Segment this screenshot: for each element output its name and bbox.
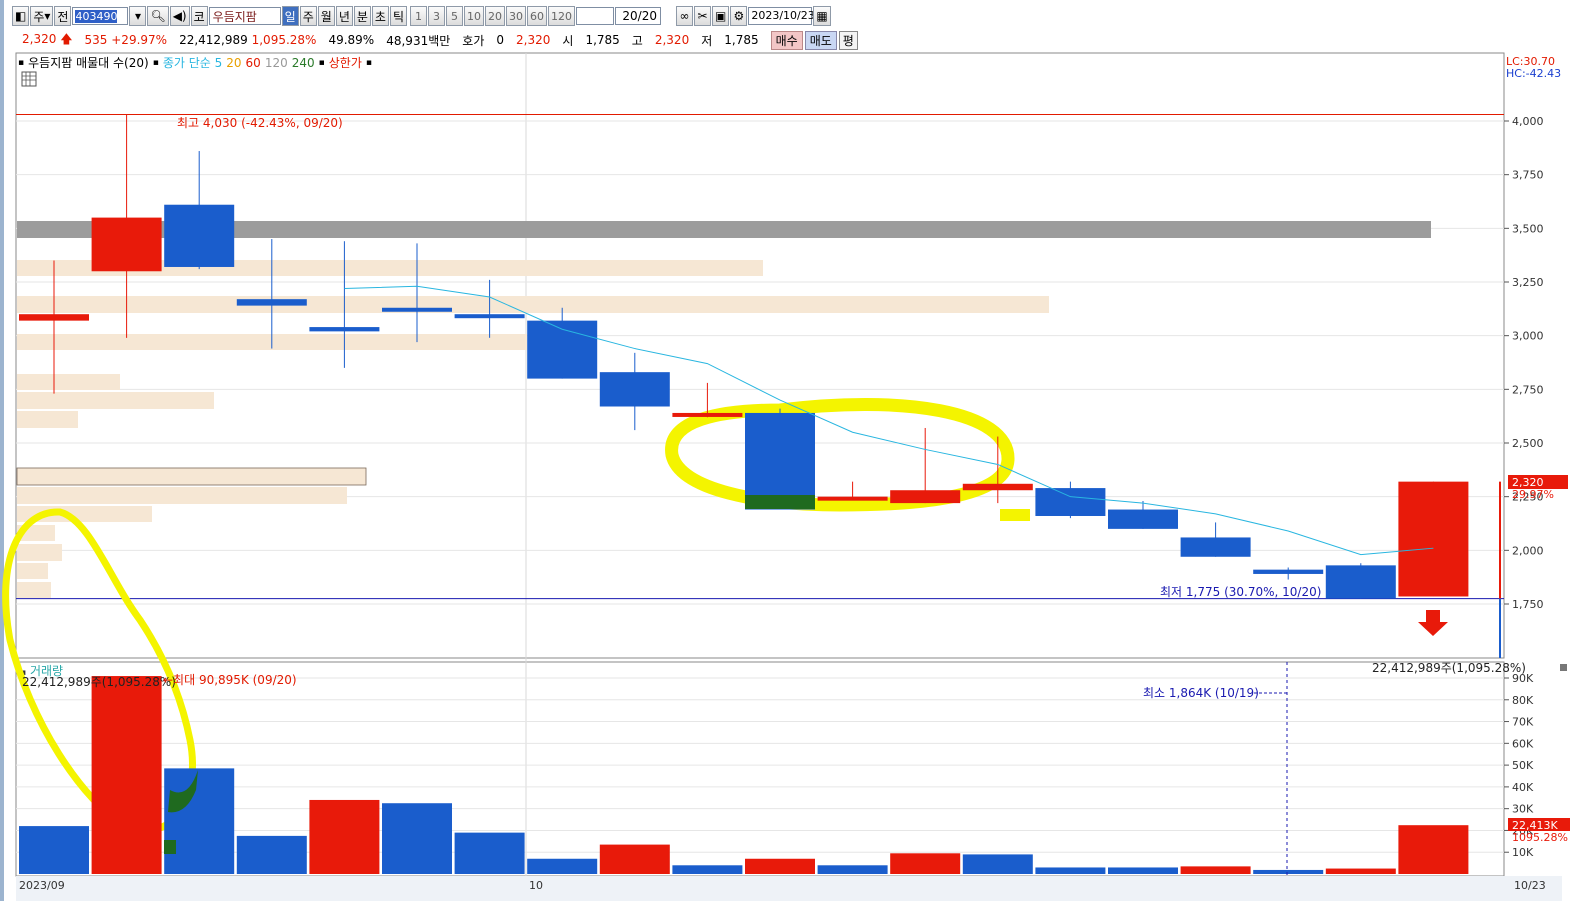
price-tick-label: 1,750	[1512, 598, 1544, 611]
ma5-line	[344, 285, 1434, 556]
price-tick-label: 3,500	[1512, 222, 1544, 235]
candle-body	[1108, 509, 1178, 529]
volume-tick-label: 70K	[1512, 716, 1534, 729]
volume-tick-label: 40K	[1512, 781, 1534, 794]
volume-bar	[1325, 868, 1396, 874]
volume-bar	[164, 768, 235, 874]
candle-body	[1180, 537, 1251, 557]
price-tick-label: 3,000	[1512, 330, 1544, 343]
volume-bar	[1108, 867, 1178, 874]
volume-tick-label: 50K	[1512, 759, 1534, 772]
candle-body	[309, 327, 380, 332]
candle-body	[599, 372, 670, 407]
volume-tick-label: 80K	[1512, 694, 1534, 707]
volume-bar	[527, 858, 598, 874]
candle-body	[91, 217, 162, 272]
volume-profile-band	[17, 392, 214, 409]
highlight-fill-mark	[745, 495, 815, 509]
volume-bar	[454, 832, 525, 874]
x-label-start: 2023/09	[19, 879, 65, 892]
chart-canvas: 1,7502,0002,2502,5002,7503,0003,2503,500…	[2, 52, 1570, 901]
volume-bar	[236, 835, 307, 874]
candle-body	[672, 412, 743, 417]
volume-bar	[817, 865, 888, 874]
up-arrow-icon	[1418, 610, 1448, 636]
volume-bar	[1398, 825, 1469, 874]
candle-body	[817, 496, 888, 501]
volume-max-annotation: ←최대 90,895K (09/20)	[163, 673, 297, 687]
candle-body	[454, 314, 525, 319]
candle-body	[1035, 488, 1106, 516]
volume-tick-label: 30K	[1512, 803, 1534, 816]
x-label-month: 10	[529, 879, 543, 892]
price-tick-label: 3,750	[1512, 169, 1544, 182]
candle-body	[19, 314, 89, 321]
volume-profile-band	[17, 582, 51, 598]
volume-profile-band	[17, 411, 78, 428]
candle-body	[962, 483, 1033, 491]
volume-profile-band	[17, 544, 62, 561]
volume-bar	[1180, 866, 1251, 874]
price-tick-label: 2,000	[1512, 544, 1544, 557]
volume-bar	[1253, 869, 1324, 874]
volume-bar	[890, 853, 961, 874]
volume-tick-label: 10K	[1512, 846, 1534, 859]
grid-toggle-icon	[21, 71, 37, 87]
volume-profile-band	[16, 467, 367, 486]
volume-bar	[382, 803, 452, 874]
price-tick-label: 4,000	[1512, 115, 1544, 128]
volume-current-label: 22,412,989주(1,095.28%)	[1372, 661, 1526, 675]
current-volume-pct: 1095.28%	[1512, 831, 1568, 844]
candle-body	[1325, 565, 1396, 599]
volume-bar	[672, 865, 743, 874]
low-annotation: 최저 1,775 (30.70%, 10/20)	[1160, 585, 1321, 599]
x-axis-strip	[16, 876, 1562, 901]
volume-bar	[599, 844, 670, 874]
price-panel-border	[15, 52, 1505, 659]
volume-bar	[745, 858, 815, 874]
candle-body	[164, 204, 235, 267]
price-tick-label: 2,500	[1512, 437, 1544, 450]
volume-check-tail	[164, 840, 176, 854]
volume-profile-band	[17, 296, 1049, 313]
hc-label: HC:-42.43	[1506, 67, 1561, 80]
candle-body	[1253, 569, 1324, 574]
current-pct-label: 29.97%	[1512, 488, 1554, 501]
volume-bar	[1035, 867, 1106, 874]
volume-bar	[962, 854, 1033, 874]
volume-profile-band	[17, 487, 347, 504]
candle-body	[382, 307, 452, 312]
high-annotation: 최고 4,030 (-42.43%, 09/20)	[177, 116, 343, 130]
volume-tick-label: 60K	[1512, 737, 1534, 750]
candle-body	[236, 299, 307, 306]
price-tick-label: 3,250	[1512, 276, 1544, 289]
panel-collapse-icon	[1560, 664, 1567, 671]
volume-profile-band	[17, 374, 120, 390]
volume-bar	[19, 826, 89, 874]
grid-toggle-lines	[22, 72, 36, 86]
candle-body	[890, 490, 961, 504]
volume-current-left-label: 22,412,989주(1,095.28%)	[22, 675, 176, 689]
candle-body	[1398, 481, 1469, 597]
volume-profile-band	[17, 563, 48, 579]
highlight-ellipse	[665, 397, 1015, 512]
x-label-end: 10/23	[1514, 879, 1546, 892]
volume-min-annotation: 최소 1,864K (10/19)	[1143, 686, 1259, 700]
volume-bar	[309, 799, 380, 874]
volume-bar	[91, 676, 162, 874]
price-tick-label: 2,750	[1512, 383, 1544, 396]
